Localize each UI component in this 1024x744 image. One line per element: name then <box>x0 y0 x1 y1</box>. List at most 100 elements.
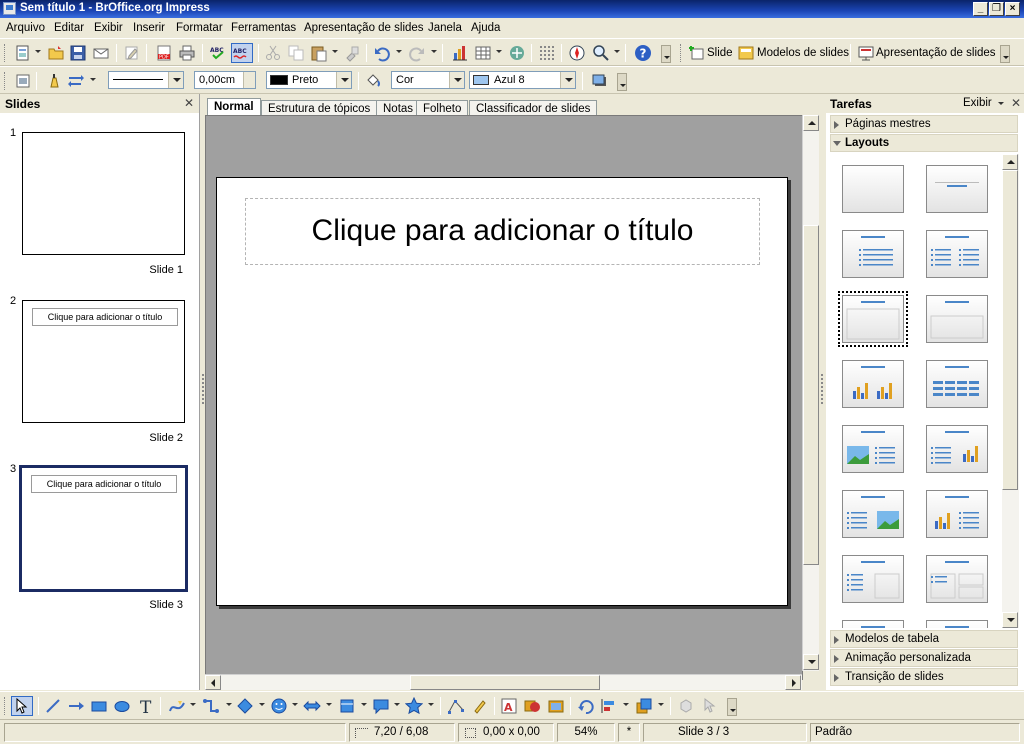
layout-title-text-2box[interactable] <box>926 555 988 603</box>
spellcheck-icon[interactable]: ABC <box>209 44 227 62</box>
layout-title-text-box[interactable] <box>842 555 904 603</box>
fill-color-select[interactable]: Azul 8 <box>469 71 576 89</box>
select-pointer-icon[interactable] <box>11 696 33 716</box>
toolbar2-overflow-button[interactable] <box>1000 45 1010 63</box>
vertical-scroll-thumb[interactable] <box>803 225 819 565</box>
arrow-style-dropdown-icon[interactable] <box>90 78 96 81</box>
tasks-view-menu[interactable]: Exibir <box>963 97 992 109</box>
stars-dropdown-icon[interactable] <box>428 703 434 706</box>
slideshow-button[interactable]: Apresentação de slides <box>876 47 996 59</box>
shadow-icon[interactable] <box>590 72 608 90</box>
presentation-styles-icon[interactable] <box>14 72 32 90</box>
close-window-button[interactable]: × <box>1005 2 1020 16</box>
email-icon[interactable] <box>92 44 110 62</box>
navigator-icon[interactable] <box>508 44 526 62</box>
undo-dropdown-icon[interactable] <box>396 50 402 53</box>
status-style[interactable]: Padrão <box>810 723 1020 742</box>
menu-editar[interactable]: Editar <box>54 22 84 34</box>
layout-title-extra-1[interactable] <box>842 620 904 628</box>
new-document-icon[interactable] <box>14 44 32 62</box>
clone-formatting-icon[interactable] <box>343 44 361 62</box>
section-table-design[interactable]: Modelos de tabela <box>830 630 1018 648</box>
zoom-icon[interactable] <box>592 44 610 62</box>
grid-icon[interactable] <box>538 44 556 62</box>
undo-icon[interactable] <box>373 44 391 62</box>
copy-icon[interactable] <box>287 44 305 62</box>
autospellcheck-icon[interactable]: ABC <box>231 43 253 63</box>
layout-title-extra-2[interactable] <box>926 620 988 628</box>
layout-centered-text[interactable] <box>926 295 988 343</box>
table-icon[interactable] <box>474 44 492 62</box>
line-width-field[interactable]: 0,00cm <box>194 71 256 89</box>
slide-page[interactable]: Clique para adicionar o título <box>216 177 788 606</box>
flowchart-icon[interactable] <box>338 697 356 715</box>
scroll-right-button[interactable] <box>785 675 801 690</box>
connector-dropdown-icon[interactable] <box>226 703 232 706</box>
block-arrows-dropdown-icon[interactable] <box>326 703 332 706</box>
menu-inserir[interactable]: Inserir <box>133 22 165 34</box>
interaction-icon[interactable] <box>700 697 718 715</box>
ellipse-tool-icon[interactable] <box>113 697 131 715</box>
basic-shapes-icon[interactable] <box>236 697 254 715</box>
line-width-spinner[interactable] <box>243 72 255 88</box>
redo-dropdown-icon[interactable] <box>431 50 437 53</box>
scroll-down-button[interactable] <box>803 654 819 670</box>
fontwork-icon[interactable]: A <box>500 697 518 715</box>
slide-templates-button[interactable]: Modelos de slides <box>757 47 849 59</box>
basic-shapes-dropdown-icon[interactable] <box>259 703 265 706</box>
menu-formatar[interactable]: Formatar <box>176 22 223 34</box>
layout-blank[interactable] <box>842 165 904 213</box>
new-dropdown-icon[interactable] <box>35 50 41 53</box>
line-tool-icon[interactable] <box>44 697 62 715</box>
section-slide-transition[interactable]: Transição de slides <box>830 668 1018 686</box>
block-arrows-icon[interactable] <box>303 697 321 715</box>
text-tool-icon[interactable]: T <box>137 697 155 715</box>
menu-apresentacao[interactable]: Apresentação de slides <box>304 22 424 34</box>
arrow-style-icon[interactable] <box>67 72 85 90</box>
from-file-icon[interactable] <box>523 697 541 715</box>
stars-icon[interactable] <box>405 697 423 715</box>
curve-dropdown-icon[interactable] <box>190 703 196 706</box>
menu-ferramentas[interactable]: Ferramentas <box>231 22 296 34</box>
menu-arquivo[interactable]: Arquivo <box>6 22 45 34</box>
layout-title-chart-text[interactable] <box>926 490 988 538</box>
tasks-scroll-up-button[interactable] <box>1002 154 1018 170</box>
line-style-select[interactable] <box>108 71 184 89</box>
arrow-line-tool-icon[interactable] <box>67 697 85 715</box>
chart-icon[interactable] <box>451 44 469 62</box>
toolbar-overflow-button[interactable] <box>661 45 671 63</box>
section-master-pages[interactable]: Páginas mestres <box>830 115 1018 133</box>
slide-thumbnail-1[interactable] <box>22 132 185 255</box>
line-color-select[interactable]: Preto <box>266 71 352 89</box>
slide-canvas[interactable]: Clique para adicionar o título <box>205 115 803 680</box>
tasks-scroll-thumb[interactable] <box>1002 170 1018 490</box>
toolbar-grip[interactable] <box>4 44 7 62</box>
menu-ajuda[interactable]: Ajuda <box>471 22 500 34</box>
layout-title-image-text[interactable] <box>842 425 904 473</box>
tasks-vertical-scrollbar[interactable] <box>1002 154 1019 628</box>
help-icon[interactable]: ? <box>634 44 652 62</box>
open-folder-icon[interactable] <box>47 44 65 62</box>
layout-title-content[interactable] <box>842 230 904 278</box>
flowchart-dropdown-icon[interactable] <box>361 703 367 706</box>
callouts-icon[interactable] <box>372 697 390 715</box>
arrange-dropdown-icon[interactable] <box>658 703 664 706</box>
restore-button[interactable]: ❐ <box>989 2 1004 16</box>
symbol-shapes-dropdown-icon[interactable] <box>292 703 298 706</box>
title-placeholder[interactable]: Clique para adicionar o título <box>245 198 760 265</box>
paste-dropdown-icon[interactable] <box>332 50 338 53</box>
section-custom-animation[interactable]: Animação personalizada <box>830 649 1018 667</box>
right-splitter[interactable] <box>819 94 825 690</box>
alignment-dropdown-icon[interactable] <box>623 703 629 706</box>
tasks-scroll-down-button[interactable] <box>1002 612 1018 628</box>
table-dropdown-icon[interactable] <box>496 50 502 53</box>
area-fill-icon[interactable] <box>364 72 382 90</box>
layout-title-only-centered[interactable] <box>926 165 988 213</box>
print-icon[interactable] <box>178 44 196 62</box>
curve-tool-icon[interactable] <box>168 697 186 715</box>
slide-button[interactable]: Slide <box>707 47 733 59</box>
layout-title-text-image[interactable] <box>842 490 904 538</box>
tasks-view-dropdown-icon[interactable] <box>998 102 1004 105</box>
connector-tool-icon[interactable] <box>202 697 220 715</box>
alignment-icon[interactable] <box>600 697 618 715</box>
